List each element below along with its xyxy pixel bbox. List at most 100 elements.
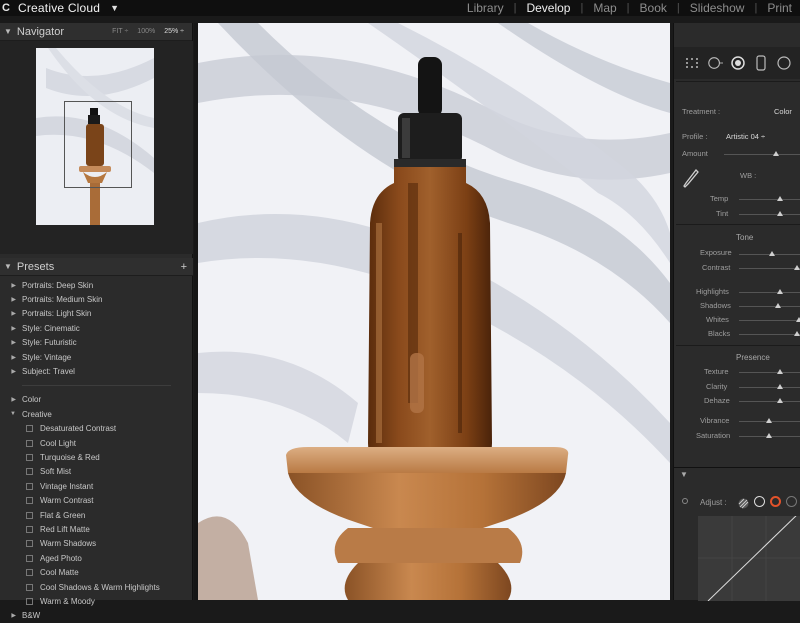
target-adjust-icon[interactable] <box>682 498 688 504</box>
zoom-25[interactable]: 25% ÷ <box>164 28 184 35</box>
highlights-knob[interactable] <box>777 289 783 294</box>
expand-triangle-icon[interactable]: ▶ <box>0 310 22 317</box>
graduated-filter-icon[interactable] <box>753 55 769 71</box>
point-curve-icon[interactable] <box>754 496 765 507</box>
preset-section-creative[interactable]: ▼ Creative <box>0 407 193 421</box>
expand-triangle-icon[interactable]: ▶ <box>0 396 22 403</box>
preset-item[interactable]: Flat & Green <box>0 508 193 522</box>
dehaze-knob[interactable] <box>777 398 783 403</box>
temp-knob[interactable] <box>777 196 783 201</box>
whites-slider[interactable] <box>739 320 800 321</box>
navigator-thumbnail[interactable] <box>36 48 154 225</box>
zoom-fit[interactable]: FIT ÷ <box>112 28 128 35</box>
collapse-triangle-icon[interactable]: ▼ <box>4 27 12 36</box>
preset-item[interactable]: Vintage Instant <box>0 479 193 493</box>
expand-triangle-icon[interactable]: ▶ <box>0 296 22 303</box>
expand-triangle-icon[interactable]: ▶ <box>0 368 22 375</box>
vibrance-knob[interactable] <box>766 418 772 423</box>
navigator-focus-rect[interactable] <box>64 101 132 188</box>
collapse-triangle-icon[interactable]: ▼ <box>0 411 22 417</box>
preset-icon <box>26 511 33 519</box>
saturation-knob[interactable] <box>766 433 772 438</box>
shadows-knob[interactable] <box>775 303 781 308</box>
amount-knob[interactable] <box>773 151 779 156</box>
collapse-triangle-icon[interactable]: ▼ <box>4 262 12 271</box>
whites-knob[interactable] <box>796 317 800 322</box>
preset-item[interactable]: Desaturated Contrast <box>0 422 193 436</box>
module-book[interactable]: Book <box>630 1 677 15</box>
tint-slider[interactable] <box>739 214 800 215</box>
contrast-label: Contrast <box>702 263 731 272</box>
preset-item[interactable]: Cool Light <box>0 436 193 450</box>
contrast-slider[interactable] <box>739 268 800 269</box>
temp-slider[interactable] <box>739 199 800 200</box>
red-eye-icon[interactable] <box>730 55 746 71</box>
parametric-curve-icon[interactable] <box>738 496 749 509</box>
dehaze-slider[interactable] <box>739 401 800 402</box>
presets-header[interactable]: ▼ Presets + <box>0 258 193 276</box>
texture-slider[interactable] <box>739 372 800 373</box>
crop-overlay-icon[interactable] <box>684 55 700 71</box>
panel-pin-icon[interactable]: ▼ <box>680 470 688 479</box>
clarity-slider[interactable] <box>739 387 800 388</box>
chevron-down-icon[interactable]: ▼ <box>110 3 119 13</box>
creative-cloud-logo-icon: C <box>2 2 10 14</box>
texture-knob[interactable] <box>777 369 783 374</box>
expand-triangle-icon[interactable]: ▶ <box>0 612 22 619</box>
navigator-preview[interactable] <box>0 41 193 254</box>
preset-item[interactable]: Soft Mist <box>0 465 193 479</box>
preset-item[interactable]: Warm Shadows <box>0 537 193 551</box>
tone-title: Tone <box>736 233 754 242</box>
preset-section-bw[interactable]: ▶ B&W <box>0 609 193 623</box>
preset-item[interactable]: Turquoise & Red <box>0 450 193 464</box>
eyedropper-icon[interactable] <box>682 168 700 195</box>
preset-item[interactable]: Warm & Moody <box>0 594 193 608</box>
module-print[interactable]: Print <box>757 1 800 15</box>
amount-slider[interactable] <box>724 154 800 155</box>
preset-item[interactable]: Cool Shadows & Warm Highlights <box>0 580 193 594</box>
module-map[interactable]: Map <box>583 1 626 15</box>
expand-triangle-icon[interactable]: ▶ <box>0 282 22 289</box>
radial-filter-icon[interactable] <box>776 55 792 71</box>
module-slideshow[interactable]: Slideshow <box>680 1 755 15</box>
preset-item[interactable]: Cool Matte <box>0 565 193 579</box>
module-library[interactable]: Library <box>457 1 514 15</box>
preset-group[interactable]: ▶ Style: Cinematic <box>0 321 193 335</box>
saturation-label: Saturation <box>696 431 731 440</box>
preset-item[interactable]: Red Lift Matte <box>0 522 193 536</box>
spot-removal-icon[interactable] <box>707 55 723 71</box>
expand-triangle-icon[interactable]: ▶ <box>0 354 22 361</box>
tint-knob[interactable] <box>777 211 783 216</box>
preset-group[interactable]: ▶ Subject: Travel <box>0 364 193 378</box>
exposure-knob[interactable] <box>769 251 775 256</box>
blacks-slider[interactable] <box>739 334 800 335</box>
zoom-100[interactable]: 100% <box>137 28 155 35</box>
navigator-header[interactable]: ▼ Navigator FIT ÷ 100% 25% ÷ <box>0 23 192 41</box>
profile-dropdown[interactable]: Artistic 04 ÷ <box>726 132 765 141</box>
preset-group[interactable]: ▶ Portraits: Light Skin <box>0 307 193 321</box>
highlights-slider[interactable] <box>739 292 800 293</box>
blacks-knob[interactable] <box>794 331 800 336</box>
expand-triangle-icon[interactable]: ▶ <box>0 325 22 332</box>
preset-icon <box>26 525 33 533</box>
tone-curve-graph[interactable] <box>698 516 800 601</box>
preset-group[interactable]: ▶ Style: Vintage <box>0 350 193 364</box>
shadows-slider[interactable] <box>739 306 800 307</box>
red-channel-icon[interactable] <box>770 496 781 507</box>
contrast-knob[interactable] <box>794 265 800 270</box>
preset-group[interactable]: ▶ Portraits: Medium Skin <box>0 292 193 306</box>
expand-triangle-icon[interactable]: ▶ <box>0 339 22 346</box>
photo-canvas[interactable] <box>198 23 670 600</box>
preset-section-color[interactable]: ▶ Color <box>0 393 193 407</box>
preset-group[interactable]: ▶ Style: Futuristic <box>0 336 193 350</box>
add-preset-icon[interactable]: + <box>181 261 187 273</box>
treatment-color[interactable]: Color <box>774 107 792 116</box>
clarity-knob[interactable] <box>777 384 783 389</box>
green-channel-icon[interactable] <box>786 496 797 507</box>
preset-item[interactable]: Aged Photo <box>0 551 193 565</box>
preset-group[interactable]: ▶ Portraits: Deep Skin <box>0 278 193 292</box>
app-brand[interactable]: C Creative Cloud ▼ <box>0 0 119 16</box>
preset-icon <box>26 540 33 548</box>
module-develop[interactable]: Develop <box>516 1 580 15</box>
preset-item[interactable]: Warm Contrast <box>0 493 193 507</box>
